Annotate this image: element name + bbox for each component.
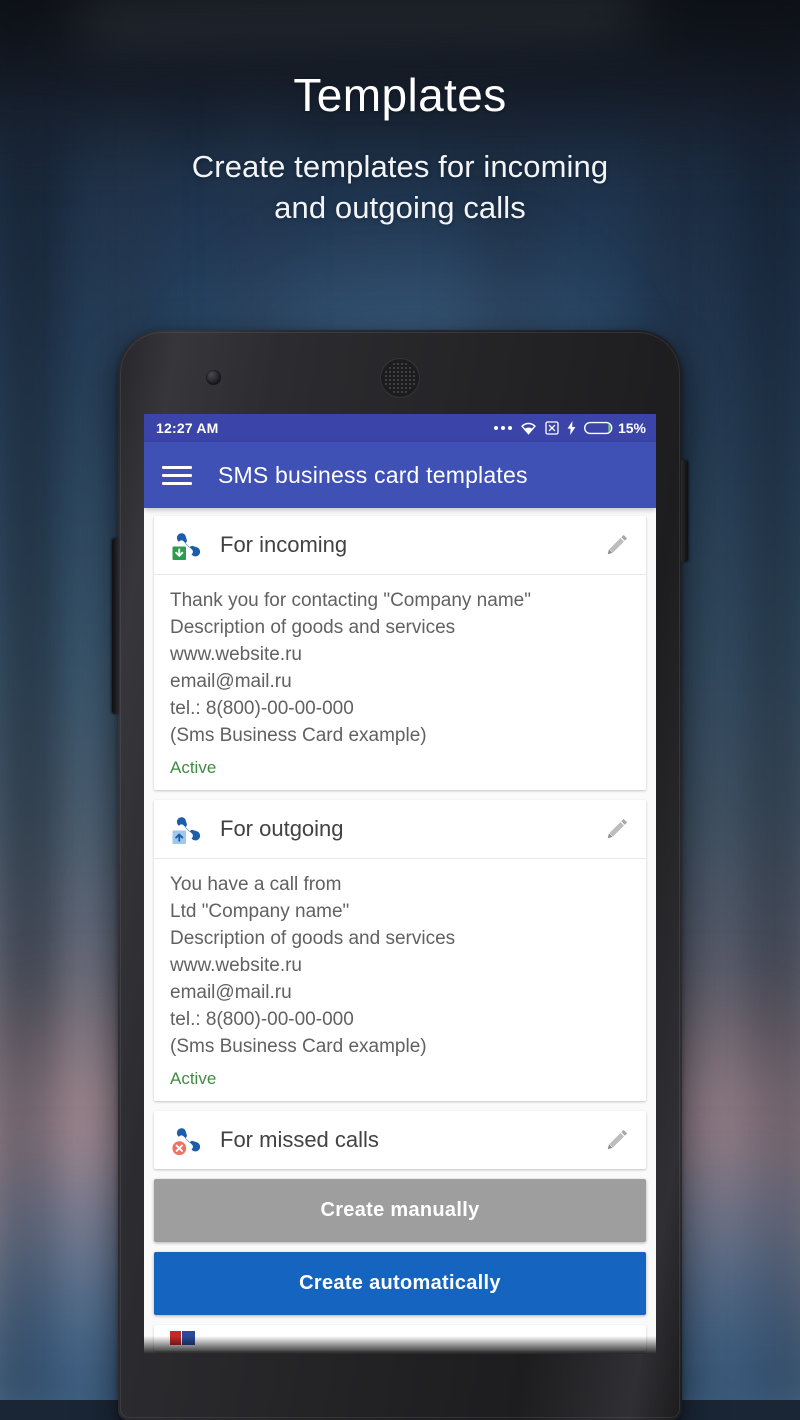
template-card-incoming[interactable]: For incoming Thank you for contacting "C…	[154, 516, 646, 790]
template-line: You have a call from	[170, 873, 342, 895]
template-line: www.website.ru	[170, 954, 302, 976]
template-card-body: You have a call from Ltd "Company name" …	[154, 859, 646, 1101]
phone-screen: 12:27 AM 15% SMS business card templates…	[144, 414, 656, 1354]
template-card-title: For outgoing	[220, 815, 344, 841]
outgoing-call-icon	[170, 812, 204, 846]
status-bar-time: 12:27 AM	[156, 420, 219, 436]
page-subtitle: Create templates for incoming and outgoi…	[0, 147, 800, 229]
template-card-missed[interactable]: For missed calls	[154, 1110, 646, 1169]
template-card-title: For missed calls	[220, 1126, 379, 1152]
page-title: Templates	[293, 69, 507, 121]
app-bar: SMS business card templates	[144, 442, 656, 508]
sms-template-icon	[170, 1330, 196, 1345]
front-camera-icon	[206, 370, 221, 385]
page-subtitle-line-2: and outgoing calls	[274, 189, 526, 225]
template-line: Ltd "Company name"	[170, 900, 350, 922]
missed-call-icon	[170, 1123, 204, 1157]
no-sim-icon	[545, 421, 559, 435]
template-line: Description of goods and services	[170, 927, 456, 949]
template-card-header[interactable]: For outgoing	[154, 800, 646, 859]
more-dots-icon	[493, 426, 512, 430]
volume-button[interactable]	[112, 538, 119, 714]
template-line: email@mail.ru	[170, 670, 292, 692]
template-card-outgoing[interactable]: For outgoing You have a call from Ltd "C…	[154, 799, 646, 1101]
template-line: tel.: 8(800)-00-00-000	[170, 697, 354, 719]
status-badge: Active	[170, 1068, 217, 1088]
pencil-edit-icon[interactable]	[602, 530, 632, 560]
battery-percent-label: 15%	[617, 420, 646, 436]
template-card-body: Thank you for contacting "Company name" …	[154, 575, 646, 790]
template-card-header[interactable]: For missed calls	[154, 1111, 646, 1169]
wifi-icon	[520, 421, 537, 435]
template-line: Description of goods and services	[170, 616, 456, 638]
template-line: (Sms Business Card example)	[170, 724, 427, 746]
template-card-header[interactable]: For incoming	[154, 516, 646, 575]
template-card-partial[interactable]	[154, 1324, 646, 1351]
status-bar: 12:27 AM 15%	[144, 414, 656, 442]
incoming-call-icon	[170, 528, 204, 562]
hero-section: Templates Create templates for incoming …	[0, 0, 800, 228]
create-automatically-button[interactable]: Create automatically	[154, 1251, 646, 1315]
template-line: email@mail.ru	[170, 981, 292, 1003]
pencil-edit-icon[interactable]	[602, 814, 632, 844]
template-line: tel.: 8(800)-00-00-000	[170, 1008, 354, 1030]
power-button[interactable]	[681, 460, 688, 562]
app-bar-title: SMS business card templates	[218, 461, 528, 488]
pencil-edit-icon[interactable]	[602, 1125, 632, 1155]
template-line: (Sms Business Card example)	[170, 1035, 427, 1057]
status-bar-icons: 15%	[493, 420, 646, 436]
templates-list[interactable]: For incoming Thank you for contacting "C…	[144, 508, 656, 1354]
phone-mockup: 12:27 AM 15% SMS business card templates…	[112, 330, 688, 1420]
battery-icon: 15%	[583, 420, 646, 436]
earpiece-speaker-icon	[380, 358, 420, 398]
template-line: Thank you for contacting "Company name"	[170, 590, 531, 611]
hamburger-menu-icon[interactable]	[162, 465, 192, 485]
template-line: www.website.ru	[170, 643, 302, 665]
status-badge: Active	[170, 757, 217, 777]
create-manually-button[interactable]: Create manually	[154, 1178, 646, 1242]
template-card-title: For incoming	[220, 532, 348, 557]
page-subtitle-line-1: Create templates for incoming	[191, 148, 609, 184]
charging-bolt-icon	[567, 421, 576, 435]
